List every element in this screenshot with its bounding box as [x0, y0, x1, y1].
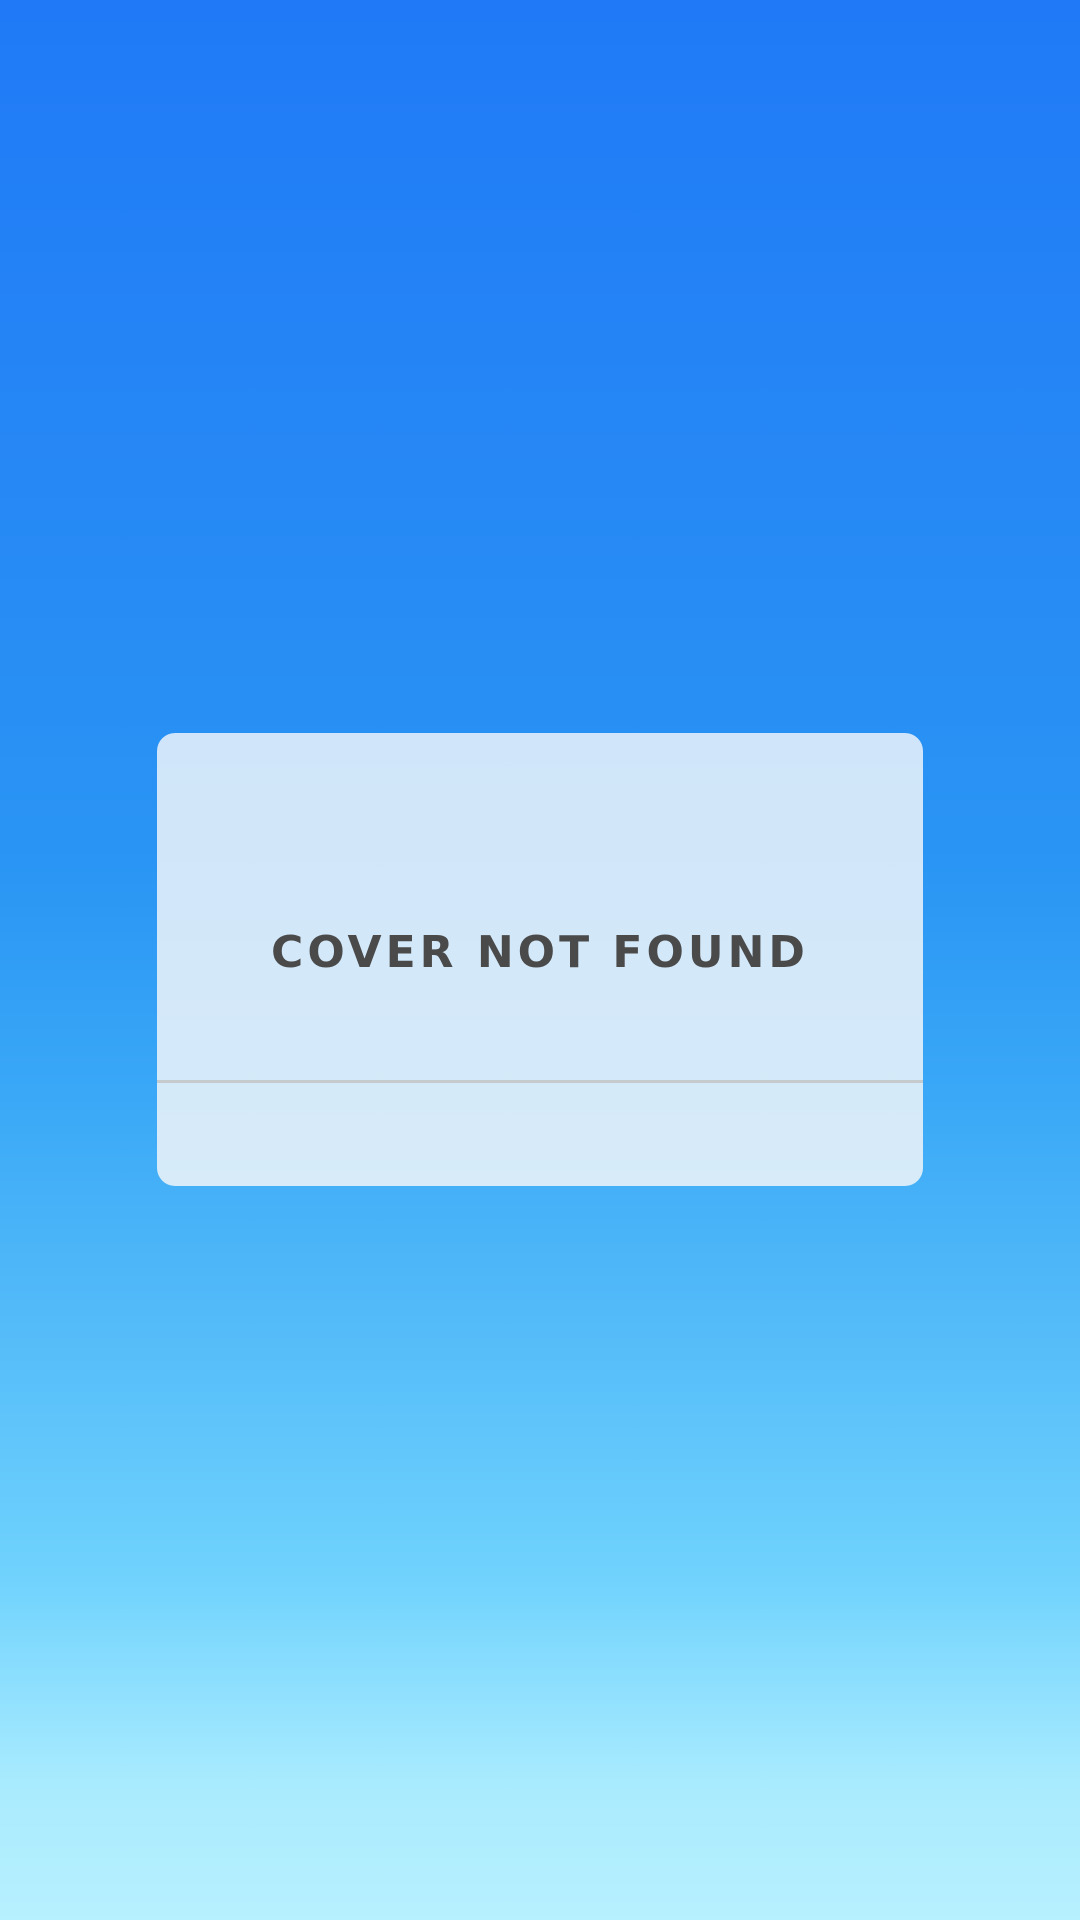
cover-not-found-label: COVER NOT FOUND	[271, 927, 809, 978]
card-divider	[157, 1080, 923, 1083]
cover-placeholder-card[interactable]: COVER NOT FOUND	[157, 733, 923, 1186]
